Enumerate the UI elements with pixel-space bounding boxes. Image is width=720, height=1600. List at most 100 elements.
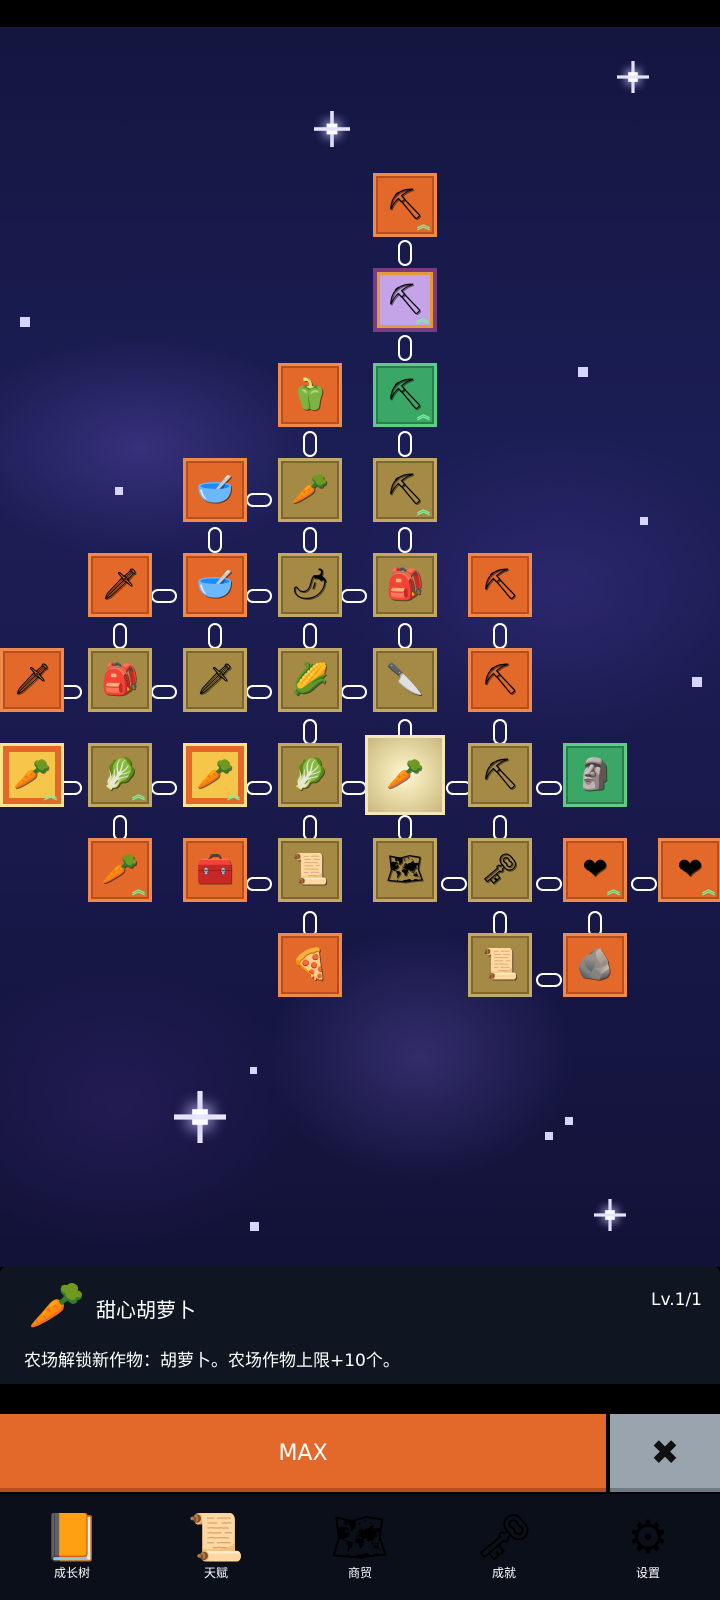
pickaxe-icon: ⛏ — [480, 757, 520, 792]
pizza-icon: 🍕 — [291, 947, 329, 982]
tree-link — [341, 589, 367, 603]
sword-icon: 🗡 — [195, 662, 235, 697]
star — [250, 1067, 257, 1074]
pickaxe-icon: ⛏ — [480, 662, 520, 697]
status-bar — [0, 0, 720, 27]
tree-link — [441, 877, 467, 891]
nav-item-settings[interactable]: ⚙ 设置 — [576, 1494, 720, 1600]
backpack-icon: 🎒 — [386, 567, 424, 602]
skill-node[interactable]: ⛏ ︽ — [373, 268, 437, 332]
skill-node[interactable]: 🔪 — [373, 648, 437, 712]
tree-link — [398, 623, 412, 649]
star — [578, 367, 588, 377]
skill-node[interactable]: 🎒 — [88, 648, 152, 712]
skill-node[interactable]: ⛏ ︽ — [373, 173, 437, 237]
star — [545, 1132, 553, 1140]
rock-icon: 🪨 — [576, 947, 614, 982]
tree-link — [536, 781, 562, 795]
star — [640, 517, 648, 525]
skill-node[interactable]: 🧰 — [183, 838, 247, 902]
nav-item-talent[interactable]: 📜 天赋 — [144, 1494, 288, 1600]
tree-link — [208, 527, 222, 553]
heart-icon: ❤ — [582, 852, 608, 887]
tree-link — [303, 719, 317, 745]
skill-node[interactable]: ❤ ︽ — [563, 838, 627, 902]
nav-label: 成长树 — [53, 1565, 90, 1580]
skill-node[interactable]: ⛏ — [468, 743, 532, 807]
tree-link — [303, 527, 317, 553]
skill-node[interactable]: ⛏ ︽ — [373, 458, 437, 522]
skill-node[interactable]: 🗺 — [373, 838, 437, 902]
skill-title: 甜心胡萝卜 — [96, 1298, 196, 1322]
skill-node[interactable]: 🥕 ︽ — [88, 838, 152, 902]
sword-icon: 🗡 — [12, 662, 52, 697]
scroll-icon: 📜 — [481, 947, 519, 982]
skill-node[interactable]: 🥕 ︽ — [183, 743, 247, 807]
skill-node[interactable]: 🗝 — [468, 838, 532, 902]
skill-node[interactable]: 🪨 — [563, 933, 627, 997]
skill-node[interactable]: 🥣 — [183, 458, 247, 522]
nav-label: 设置 — [635, 1565, 660, 1580]
skill-node[interactable]: 🌶 — [278, 553, 342, 617]
skill-node[interactable]: 🗡 — [183, 648, 247, 712]
max-button[interactable]: MAX — [0, 1414, 606, 1492]
radish-icon: 🥕 — [291, 472, 329, 507]
skill-node[interactable]: 🌽 — [278, 648, 342, 712]
nav-label: 商贸 — [347, 1565, 372, 1580]
sparkle-star — [617, 61, 649, 93]
tree-link — [631, 877, 657, 891]
carrot-icon: 🥕 — [13, 757, 51, 792]
map-icon: 🗺 — [330, 1509, 390, 1564]
skill-node[interactable]: 🫑 — [278, 363, 342, 427]
skill-node[interactable]: 🥣 — [183, 553, 247, 617]
skill-node[interactable]: ⛏ — [468, 553, 532, 617]
nav-item-trade[interactable]: 🗺 商贸 — [288, 1494, 432, 1600]
shovel-icon: ⛏ — [385, 377, 425, 412]
skill-node[interactable]: 🍕 — [278, 933, 342, 997]
shovel-icon: ⛏ — [385, 282, 425, 317]
tree-link — [341, 781, 367, 795]
skill-node[interactable]: 🎒 — [373, 553, 437, 617]
chili-icon: 🌶 — [290, 567, 330, 602]
skill-node[interactable]: 🗡 — [0, 648, 64, 712]
skill-node[interactable]: 🥕 — [365, 735, 445, 815]
tree-link — [151, 589, 177, 603]
bowl-icon: 🥣 — [196, 567, 234, 602]
heart-icon: ❤ — [677, 852, 703, 887]
skill-node[interactable]: ❤ ︽ — [658, 838, 720, 902]
shovel-icon: ⛏ — [385, 472, 425, 507]
backpack-icon: 🎒 — [101, 662, 139, 697]
close-button[interactable]: ✖ — [610, 1414, 720, 1492]
skill-node[interactable]: 🥬 — [278, 743, 342, 807]
sparkle-star — [594, 1199, 626, 1231]
skill-node[interactable]: ⛏ — [468, 648, 532, 712]
skill-node[interactable]: 🥬 ︽ — [88, 743, 152, 807]
nav-item-growth-tree[interactable]: 📙 成长树 — [0, 1494, 144, 1600]
tree-link — [536, 973, 562, 987]
skill-node[interactable]: ⛏ ︽ — [373, 363, 437, 427]
tree-link — [493, 623, 507, 649]
chest-icon: 🧰 — [196, 852, 234, 887]
tree-link — [113, 623, 127, 649]
carrot-icon: 🥕 — [386, 757, 424, 792]
skill-tree-canvas[interactable] — [0, 27, 720, 1267]
skill-node[interactable]: 🗿 — [563, 743, 627, 807]
skill-node[interactable]: 🥕 — [278, 458, 342, 522]
tree-link — [246, 685, 272, 699]
cabbage-icon: 🥬 — [291, 757, 329, 792]
skill-node[interactable]: 🥕 ︽ — [0, 743, 64, 807]
map-icon: 🗺 — [385, 852, 425, 887]
skill-node[interactable]: 📜 — [468, 933, 532, 997]
nav-item-achievements[interactable]: 🗝 成就 — [432, 1494, 576, 1600]
tree-link — [151, 685, 177, 699]
corn-icon: 🌽 — [291, 662, 329, 697]
skill-node[interactable]: 📜 — [278, 838, 342, 902]
upgrade-arrow-icon: ︽ — [43, 788, 57, 803]
key-icon: 🗝 — [474, 1509, 534, 1564]
skill-node[interactable]: 🗡 — [88, 553, 152, 617]
carrot-icon: 🥕 — [196, 757, 234, 792]
tree-link — [398, 431, 412, 457]
star — [20, 317, 30, 327]
star — [115, 487, 123, 495]
carrot-icon: 🥕 — [28, 1278, 86, 1332]
